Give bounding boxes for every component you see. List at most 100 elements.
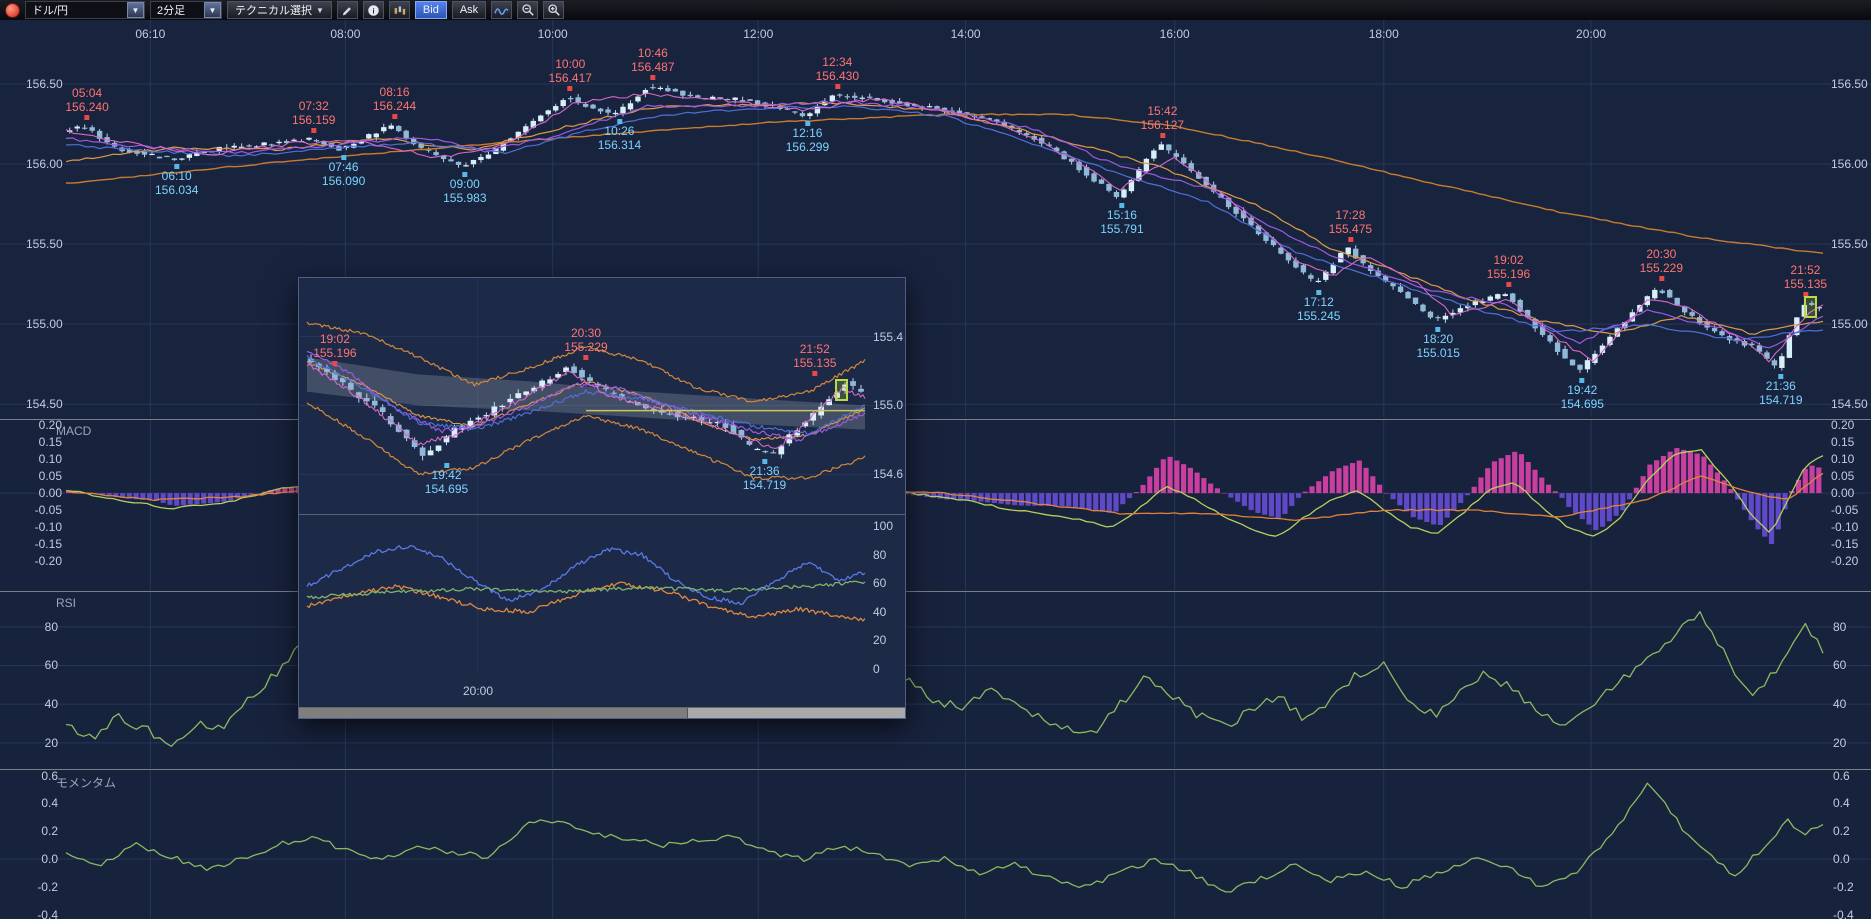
currency-pair-select[interactable]: ドル/円 ▼ (25, 1, 145, 19)
annotation-time: 19:02 (1493, 254, 1523, 267)
inset-scrollbar-thumb[interactable] (299, 708, 688, 718)
macd-axis-label: 0.20 (22, 419, 62, 432)
annotation-price: 156.487 (631, 61, 674, 74)
price-annotation: 07:32156.159 (292, 100, 335, 133)
annotation-price: 155.229 (1640, 262, 1683, 275)
annotation-time: 17:28 (1335, 209, 1365, 222)
zoom-in-button[interactable] (543, 1, 564, 19)
annotation-price: 156.159 (292, 114, 335, 127)
macd-axis-label: 0.10 (22, 452, 62, 466)
high-marker-icon (812, 371, 817, 376)
price-annotation: 12:34156.430 (816, 56, 859, 89)
price-chart-canvas[interactable] (0, 20, 1871, 417)
annotation-time: 15:42 (1147, 105, 1177, 118)
momentum-axis-label: -0.2 (26, 880, 58, 894)
annotation-price: 155.245 (1297, 310, 1340, 323)
indicator-wave-button[interactable] (491, 1, 512, 19)
price-annotation: 18:20155.015 (1417, 327, 1460, 360)
annotation-time: 15:16 (1107, 209, 1137, 222)
annotation-time: 05:04 (72, 87, 102, 100)
time-axis-label: 20:00 (1576, 27, 1606, 41)
macd-axis-label: 0.05 (22, 469, 62, 483)
momentum-panel-title: モメンタム (56, 774, 116, 791)
price-annotation: 10:26156.314 (598, 119, 641, 152)
annotation-price: 156.299 (786, 141, 829, 154)
toolbar: ドル/円 ▼ 2分足 ▼ テクニカル選択 ▼ i Bid Ask (0, 0, 1871, 20)
rsi-axis-label: 80 (1833, 620, 1846, 634)
inset-price-axis-label: 155.0 (873, 398, 903, 412)
annotation-time: 21:52 (800, 343, 830, 356)
price-axis-label: 155.00 (26, 317, 62, 331)
annotation-price: 154.719 (1759, 394, 1802, 407)
annotation-price: 154.719 (743, 479, 786, 492)
inset-rsi-canvas[interactable] (299, 515, 905, 673)
price-annotation: 08:16156.244 (373, 86, 416, 119)
annotation-price: 156.090 (322, 175, 365, 188)
price-axis-label: 156.50 (1831, 77, 1868, 91)
app-icon (5, 3, 20, 18)
zoom-out-button[interactable] (517, 1, 538, 19)
annotation-price: 155.791 (1100, 223, 1143, 236)
annotation-price: 155.196 (313, 347, 356, 360)
momentum-canvas[interactable] (0, 770, 1871, 919)
zoom-in-icon (547, 3, 561, 17)
price-annotation: 05:04156.240 (65, 87, 108, 120)
time-axis-label: 06:10 (135, 27, 165, 41)
pencil-icon (341, 4, 354, 17)
time-axis-label: 16:00 (1160, 27, 1190, 41)
ask-toggle-button[interactable]: Ask (452, 1, 486, 19)
zoom-popup-window[interactable]: 20:00 155.4155.0154.619:02155.19619:4215… (298, 277, 906, 719)
annotation-price: 155.135 (1784, 278, 1827, 291)
price-annotation: 12:16156.299 (786, 121, 829, 154)
price-annotation: 19:02155.196 (1487, 254, 1530, 287)
momentum-axis-label: -0.4 (1833, 908, 1854, 919)
timeframe-select[interactable]: 2分足 ▼ (150, 1, 222, 19)
chevron-down-icon[interactable]: ▼ (127, 2, 144, 18)
draw-tool-button[interactable] (337, 1, 358, 19)
price-axis-label: 155.50 (1831, 237, 1868, 251)
current-candle-highlight (1804, 296, 1817, 318)
rsi-canvas[interactable] (0, 592, 1871, 768)
macd-panel[interactable]: MACD 0.200.200.150.150.100.100.050.050.0… (0, 419, 1871, 591)
inset-price-canvas[interactable] (299, 278, 905, 514)
price-axis-label: 155.50 (26, 237, 62, 251)
price-annotation: 17:28155.475 (1329, 209, 1372, 242)
price-annotation: 06:10156.034 (155, 164, 198, 197)
chevron-down-icon[interactable]: ▼ (204, 2, 221, 18)
price-axis-label: 156.00 (26, 157, 62, 171)
macd-canvas[interactable] (0, 420, 1871, 590)
price-annotation: 15:16155.791 (1100, 203, 1143, 236)
macd-axis-label: -0.10 (22, 520, 62, 534)
inset-rsi-axis-label: 20 (873, 633, 886, 647)
bid-toggle-button[interactable]: Bid (415, 1, 447, 19)
annotation-time: 09:00 (450, 178, 480, 191)
time-axis-label: 12:00 (743, 27, 773, 41)
annotation-price: 154.695 (425, 483, 468, 496)
fx-chart-app: ドル/円 ▼ 2分足 ▼ テクニカル選択 ▼ i Bid Ask (0, 0, 1871, 919)
momentum-axis-label: 0.0 (1833, 852, 1850, 866)
inset-scrollbar[interactable] (299, 707, 905, 718)
info-button[interactable]: i (363, 1, 384, 19)
annotation-price: 155.015 (1417, 347, 1460, 360)
macd-axis-label: -0.20 (22, 554, 62, 568)
price-annotation: 19:42154.695 (425, 463, 468, 496)
rsi-panel[interactable]: RSI 8080606040402020 (0, 591, 1871, 769)
price-annotation: 21:36154.719 (743, 459, 786, 492)
chevron-down-icon: ▼ (316, 6, 324, 15)
time-axis-label: 18:00 (1369, 27, 1399, 41)
annotation-price: 155.196 (1487, 268, 1530, 281)
inset-price-axis-label: 155.4 (873, 330, 903, 344)
macd-axis-label: 0.15 (1831, 435, 1854, 449)
momentum-panel[interactable]: モメンタム 0.60.60.40.40.20.20.00.0-0.2-0.2-0… (0, 769, 1871, 919)
macd-axis-label: 0.05 (1831, 469, 1854, 483)
timeframe-value: 2分足 (157, 2, 199, 18)
chart-style-button[interactable] (389, 1, 410, 19)
macd-axis-label: 0.00 (22, 486, 62, 500)
technical-select-button[interactable]: テクニカル選択 ▼ (227, 1, 332, 19)
macd-axis-label: 0.15 (22, 435, 62, 449)
main-price-chart-panel[interactable]: 06:1008:0010:0012:0014:0016:0018:0020:00… (0, 20, 1871, 417)
macd-axis-label: 0.00 (1831, 486, 1854, 500)
high-marker-icon (568, 86, 573, 91)
high-marker-icon (1659, 276, 1664, 281)
annotation-price: 156.417 (549, 72, 592, 85)
